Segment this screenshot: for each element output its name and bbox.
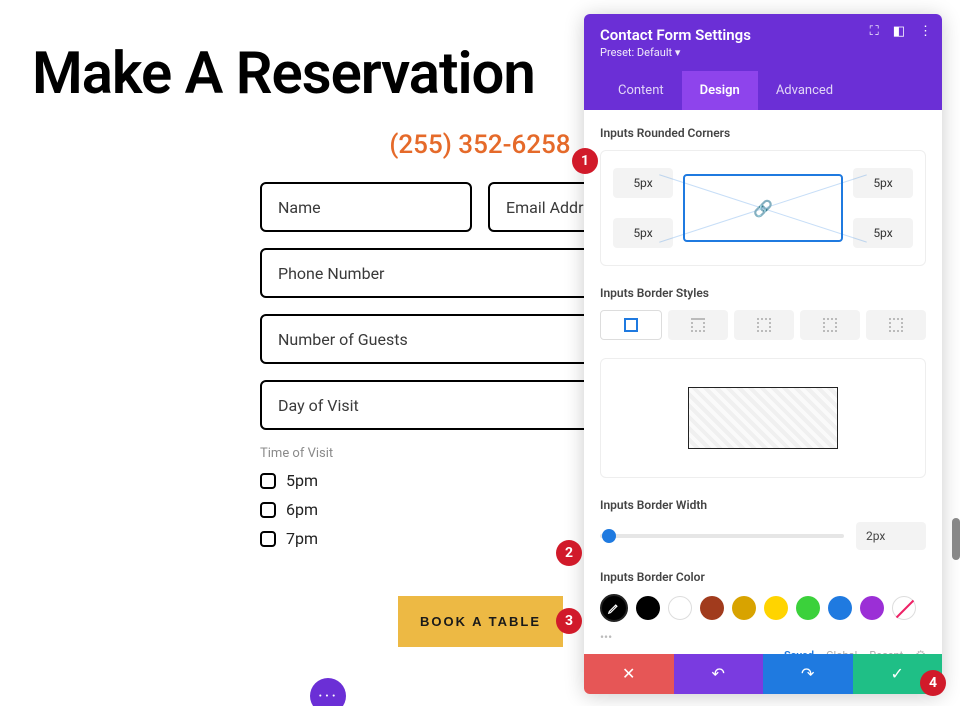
border-right-icon bbox=[757, 318, 771, 332]
border-top-icon bbox=[691, 318, 705, 332]
border-style-all[interactable] bbox=[600, 310, 662, 340]
time-option-label: 7pm bbox=[286, 529, 318, 548]
radio-icon bbox=[260, 531, 276, 547]
step-badge-2: 2 bbox=[556, 540, 582, 566]
page-fab-icon[interactable]: ··· bbox=[310, 678, 346, 706]
book-table-button[interactable]: BOOK A TABLE bbox=[398, 596, 563, 647]
tab-content[interactable]: Content bbox=[600, 71, 682, 110]
time-option-label: 6pm bbox=[286, 500, 318, 519]
panel-header: Contact Form Settings Preset: Default ▾ … bbox=[584, 14, 942, 110]
rounded-corners-control: 5px 🔗 5px 5px 5px bbox=[600, 150, 926, 266]
color-swatch[interactable] bbox=[860, 596, 884, 620]
border-width-control: 2px bbox=[600, 522, 926, 550]
border-color-swatches bbox=[600, 594, 926, 622]
undo-button[interactable]: ↶ bbox=[674, 654, 764, 694]
time-option-label: 5pm bbox=[286, 471, 318, 490]
border-left-icon bbox=[889, 318, 903, 332]
tab-design[interactable]: Design bbox=[682, 71, 758, 110]
border-width-value[interactable]: 2px bbox=[856, 522, 926, 550]
color-picker-button[interactable] bbox=[600, 594, 628, 622]
link-icon: 🔗 bbox=[753, 199, 773, 218]
slider-thumb[interactable] bbox=[602, 529, 616, 543]
border-preview bbox=[688, 387, 838, 449]
section-border-width-label: Inputs Border Width bbox=[600, 498, 926, 512]
panel-tabs: Content Design Advanced bbox=[600, 71, 926, 110]
corner-top-left[interactable]: 5px bbox=[613, 168, 673, 198]
radio-icon bbox=[260, 473, 276, 489]
corner-top-right[interactable]: 5px bbox=[853, 168, 913, 198]
dock-icon[interactable]: ◧ bbox=[893, 24, 905, 39]
menu-icon[interactable]: ⋮ bbox=[919, 24, 932, 39]
border-style-left[interactable] bbox=[866, 310, 926, 340]
corner-bottom-left[interactable]: 5px bbox=[613, 218, 673, 248]
corner-bottom-right[interactable]: 5px bbox=[853, 218, 913, 248]
expand-icon[interactable]: ⛶ bbox=[870, 24, 879, 39]
border-styles-control bbox=[600, 310, 926, 340]
panel-preset[interactable]: Preset: Default ▾ bbox=[600, 46, 926, 59]
color-swatch[interactable] bbox=[828, 596, 852, 620]
step-badge-3: 3 bbox=[556, 608, 582, 634]
panel-body: Inputs Rounded Corners 5px 🔗 5px 5px 5px… bbox=[584, 110, 942, 654]
radio-icon bbox=[260, 502, 276, 518]
name-field[interactable]: Name bbox=[260, 182, 472, 232]
section-border-styles-label: Inputs Border Styles bbox=[600, 286, 926, 300]
border-style-right[interactable] bbox=[734, 310, 794, 340]
day-select-label: Day of Visit bbox=[278, 396, 359, 415]
color-swatch[interactable] bbox=[700, 596, 724, 620]
color-swatch[interactable] bbox=[796, 596, 820, 620]
section-border-color-label: Inputs Border Color bbox=[600, 570, 926, 584]
section-rounded-corners-label: Inputs Rounded Corners bbox=[600, 126, 926, 140]
more-dots[interactable]: ••• bbox=[600, 630, 926, 644]
settings-panel: Contact Form Settings Preset: Default ▾ … bbox=[584, 14, 942, 694]
corner-preview[interactable]: 🔗 bbox=[683, 174, 843, 242]
color-swatch[interactable] bbox=[668, 596, 692, 620]
tab-advanced[interactable]: Advanced bbox=[758, 71, 851, 110]
color-swatch[interactable] bbox=[764, 596, 788, 620]
border-width-slider[interactable] bbox=[600, 534, 844, 538]
square-icon bbox=[624, 318, 638, 332]
border-preview-card bbox=[600, 358, 926, 478]
color-swatch[interactable] bbox=[636, 596, 660, 620]
step-badge-4: 4 bbox=[920, 670, 946, 696]
border-style-top[interactable] bbox=[668, 310, 728, 340]
redo-button[interactable]: ↷ bbox=[763, 654, 853, 694]
color-swatch-none[interactable] bbox=[892, 596, 916, 620]
close-button[interactable]: ✕ bbox=[584, 654, 674, 694]
border-bottom-icon bbox=[823, 318, 837, 332]
scrollbar-thumb[interactable] bbox=[952, 518, 960, 560]
color-swatch[interactable] bbox=[732, 596, 756, 620]
panel-footer: ✕ ↶ ↷ ✓ bbox=[584, 654, 942, 694]
border-style-bottom[interactable] bbox=[800, 310, 860, 340]
step-badge-1: 1 bbox=[572, 148, 598, 174]
